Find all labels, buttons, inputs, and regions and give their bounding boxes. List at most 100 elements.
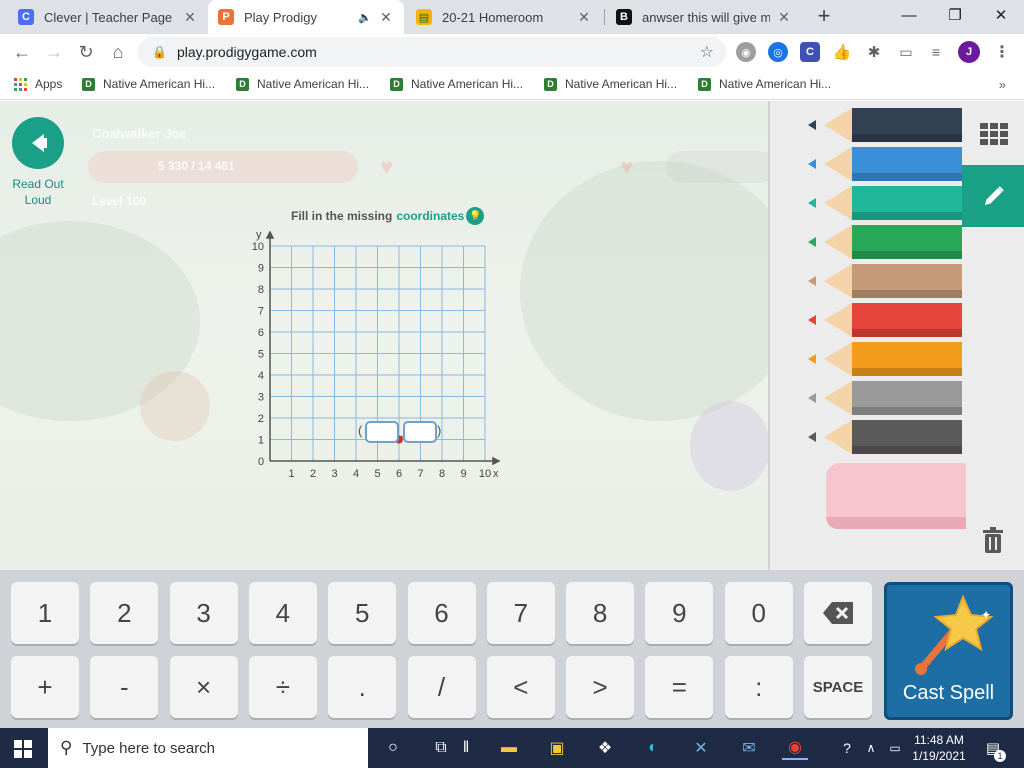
maximize-button[interactable]: ❐ (932, 0, 978, 30)
background-foliage (520, 161, 768, 421)
color-pencil[interactable] (806, 303, 962, 337)
number-key[interactable]: 0 (724, 582, 793, 644)
color-pencil[interactable] (806, 264, 962, 298)
color-pencil[interactable] (806, 147, 962, 181)
address-bar[interactable]: 🔒 play.prodigygame.com ☆ (138, 37, 726, 67)
bookmark-item[interactable]: D Native American Hi... (236, 77, 369, 91)
network-icon[interactable]: ▭ (882, 736, 908, 760)
color-pencil[interactable] (806, 420, 962, 454)
extensions-puzzle-icon[interactable]: ✱ (864, 42, 884, 62)
file-explorer-icon[interactable]: ▬ (496, 736, 522, 760)
number-key[interactable]: 4 (248, 582, 317, 644)
symbol-key[interactable]: ÷ (248, 656, 317, 718)
pen-tool-button[interactable] (962, 165, 1024, 227)
x-tick-label: 8 (439, 468, 445, 480)
cast-icon[interactable]: ▭ (896, 42, 916, 62)
symbol-key[interactable]: × (169, 656, 238, 718)
profile-avatar[interactable]: J (958, 41, 980, 63)
bookmark-apps[interactable]: Apps (14, 77, 62, 91)
bookmarks-bar: Apps D Native American Hi... D Native Am… (0, 70, 1024, 100)
audio-playing-icon[interactable]: 🔈 (358, 11, 372, 24)
number-key[interactable]: 2 (90, 582, 159, 644)
bookmark-label: Native American Hi... (719, 77, 832, 91)
number-key[interactable]: 7 (486, 582, 555, 644)
x-tick-label: 10 (479, 468, 491, 480)
bookmark-item[interactable]: D Native American Hi... (82, 77, 215, 91)
minimize-button[interactable]: — (886, 0, 932, 30)
number-key[interactable]: 5 (328, 582, 397, 644)
color-pencil[interactable] (806, 342, 962, 376)
media-control-icon[interactable]: ≡ (926, 42, 946, 62)
edge-icon[interactable]: ◐ (640, 736, 666, 760)
symbol-key[interactable]: / (407, 656, 476, 718)
symbol-key[interactable]: - (90, 656, 159, 718)
color-pencil[interactable] (806, 108, 962, 142)
close-tab-icon[interactable]: ✕ (378, 9, 394, 26)
symbol-key[interactable]: : (724, 656, 793, 718)
tab-play-prodigy[interactable]: P Play Prodigy 🔈 ✕ (208, 0, 404, 34)
eraser-tool[interactable] (826, 463, 966, 529)
close-tab-icon[interactable]: ✕ (576, 9, 592, 26)
new-tab-button[interactable]: + (812, 4, 836, 28)
bookmark-item[interactable]: D Native American Hi... (698, 77, 831, 91)
close-window-button[interactable]: ✕ (978, 0, 1024, 30)
symbol-key[interactable]: < (486, 656, 555, 718)
mail-icon[interactable]: ✉ (736, 736, 762, 760)
number-key[interactable]: 6 (407, 582, 476, 644)
color-pencil[interactable] (806, 186, 962, 220)
bookmark-item[interactable]: D Native American Hi... (390, 77, 523, 91)
tab-brainly[interactable]: B anwser this will give my p ✕ (606, 0, 802, 34)
tray-expand-icon[interactable]: ∧ (858, 736, 884, 760)
tab-clever[interactable]: C Clever | Teacher Page ✕ (8, 0, 208, 34)
bookmark-star-icon[interactable]: ☆ (700, 42, 714, 62)
pencil-body (852, 186, 962, 220)
help-icon[interactable]: ? (834, 736, 860, 760)
color-pencil[interactable] (806, 381, 962, 415)
system-clock[interactable]: 11:48 AM 1/19/2021 (910, 732, 968, 764)
backspace-key[interactable] (804, 582, 872, 644)
read-out-loud-button[interactable] (12, 117, 64, 169)
bookmarks-overflow-icon[interactable]: » (999, 77, 1006, 92)
chrome-menu-icon[interactable]: ⋮ (992, 42, 1012, 62)
task-view-icon[interactable]: ⧉ (428, 736, 454, 760)
symbol-key[interactable]: > (566, 656, 635, 718)
app-icon[interactable]: ✕ (688, 736, 714, 760)
taskbar-search[interactable]: ⚲ Type here to search (48, 728, 368, 768)
bookmark-favicon-icon: D (82, 77, 95, 91)
number-key[interactable]: 9 (645, 582, 714, 644)
reload-button[interactable]: ↻ (72, 38, 100, 66)
dropbox-icon[interactable]: ❖ (592, 736, 618, 760)
symbol-key[interactable]: . (328, 656, 397, 718)
color-pencil[interactable] (806, 225, 962, 259)
extension-icon[interactable]: ◉ (736, 42, 756, 62)
pencil-tip (808, 432, 816, 442)
number-key[interactable]: 1 (11, 582, 79, 644)
store-icon[interactable]: ▣ (544, 736, 570, 760)
cortana-icon[interactable]: ○ (380, 736, 406, 760)
y-coordinate-input[interactable] (403, 421, 437, 443)
thumbs-up-extension-icon[interactable]: 👍 (832, 42, 852, 62)
extension-icon[interactable]: ◎ (768, 42, 788, 62)
clever-extension-icon[interactable]: C (800, 42, 820, 62)
back-button[interactable]: ← (8, 38, 36, 66)
windows-start-icon[interactable] (14, 740, 32, 758)
tab-title: Play Prodigy (244, 9, 317, 25)
x-coordinate-input[interactable] (365, 421, 399, 443)
close-tab-icon[interactable]: ✕ (182, 9, 198, 26)
x-tick-label: 5 (374, 468, 380, 480)
home-button[interactable]: ⌂ (104, 38, 132, 66)
grid-view-button[interactable] (962, 103, 1024, 165)
tab-homeroom[interactable]: ▤ 20-21 Homeroom ✕ (406, 0, 602, 34)
cast-spell-button[interactable]: ✦ Cast Spell (884, 582, 1013, 720)
number-key[interactable]: 3 (169, 582, 238, 644)
trash-icon[interactable] (982, 527, 1004, 553)
forward-button[interactable]: → (40, 38, 68, 66)
space-key[interactable]: SPACE (804, 656, 872, 718)
number-key[interactable]: 8 (566, 582, 635, 644)
close-tab-icon[interactable]: ✕ (776, 9, 792, 26)
chrome-taskbar-icon[interactable]: ◉ (782, 736, 808, 760)
bookmark-label: Native American Hi... (411, 77, 524, 91)
symbol-key[interactable]: + (11, 656, 79, 718)
symbol-key[interactable]: = (645, 656, 714, 718)
bookmark-item[interactable]: D Native American Hi... (544, 77, 677, 91)
